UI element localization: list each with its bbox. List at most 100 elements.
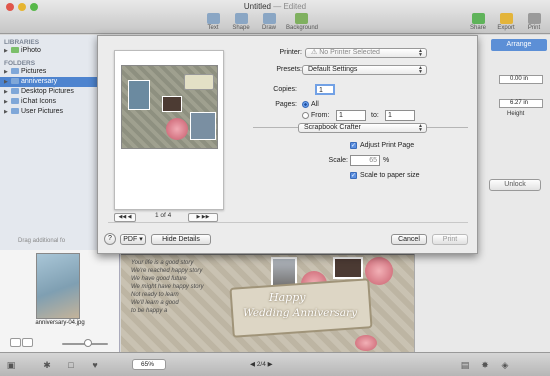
height-label: Height (507, 111, 525, 117)
toolbar-print-label: Print (527, 25, 541, 31)
pages-all-radio[interactable] (302, 101, 309, 108)
settings-gear-icon[interactable]: ✸ (480, 360, 490, 370)
scale-unit: % (383, 157, 390, 164)
scale-label: Scale: (328, 157, 348, 164)
layers-icon[interactable]: ◈ (500, 360, 510, 370)
sidebar-hint: Drag additional fo (18, 238, 66, 244)
toolbar-background-label: Background (286, 25, 319, 31)
photo-thumbnail-caption: anniversary-04.jpg (35, 320, 85, 326)
poem-line: We'll learn a good (131, 300, 179, 306)
toolbar-export-button[interactable]: Export (491, 13, 521, 31)
toolbar-share-label: Share (469, 25, 486, 31)
browser-toggle-icon[interactable]: ▣ (6, 360, 16, 370)
print-section-value: Scrapbook Crafter (304, 124, 361, 131)
popup-arrows-icon: ▲ ▼ (418, 48, 423, 58)
presets-label: Presets: (276, 66, 302, 73)
frame-icon[interactable]: □ (66, 360, 76, 370)
disclosure-triangle-icon[interactable]: ▶ (4, 97, 11, 107)
bottom-bar: ▣ ✱ □ ♥ 65% ◀ 2/4 ▶ ▤ ✸ ◈ (0, 352, 550, 376)
disclosure-triangle-icon[interactable]: ▶ (4, 67, 11, 77)
print-section-popup[interactable]: Scrapbook Crafter ▲ ▼ (298, 123, 427, 133)
pages-all-label: All (311, 101, 319, 108)
toolbar-text-button[interactable]: Text (198, 13, 228, 31)
edited-status: — Edited (273, 2, 307, 11)
pages-from-field[interactable]: 1 (336, 110, 366, 121)
sidebar-item-label: Desktop Pictures (21, 88, 74, 95)
presets-popup[interactable]: Default Settings ▲ ▼ (302, 65, 427, 75)
disclosure-triangle-icon[interactable]: ▶ (4, 107, 11, 117)
page-poem-text[interactable]: Your life is a good story We're reached … (131, 259, 204, 315)
copies-field[interactable]: 1 (315, 84, 335, 95)
page-indicator-label: 2/4 (256, 361, 266, 368)
iphoto-icon (11, 47, 19, 53)
printer-popup[interactable]: ⚠ No Printer Selected ▲ ▼ (305, 48, 427, 58)
preview-chalkboard (162, 96, 182, 112)
pages-range-radio[interactable] (302, 112, 309, 119)
hide-details-button[interactable]: Hide Details (151, 234, 211, 245)
photo-thumbnail[interactable] (36, 253, 80, 319)
draw-icon (262, 13, 276, 24)
document-icon[interactable]: ▤ (460, 360, 470, 370)
preview-rose (166, 118, 188, 140)
print-dialog: ◀◀ ◀ 1 of 4 ▶ ▶▶ Printer: ⚠ No Printer S… (97, 35, 478, 254)
position-x-field[interactable]: 0.00 in (499, 75, 543, 84)
grid-view-button[interactable] (22, 338, 33, 347)
tab-arrange[interactable]: Arrange (491, 39, 547, 51)
pages-label: Pages: (275, 101, 297, 108)
sidebar-item-label: iChat Icons (21, 98, 57, 105)
presets-value: Default Settings (308, 66, 358, 73)
popup-arrows-icon: ▲ ▼ (418, 123, 423, 133)
poem-line: to be happy a (131, 308, 168, 314)
toolbar-shape-button[interactable]: Shape (226, 13, 256, 31)
banner-title-line2: Wedding Anniversary (243, 307, 358, 319)
banner-title-line1: Happy (269, 291, 306, 304)
disclosure-triangle-icon[interactable]: ▶ (4, 46, 11, 56)
photo-browser: anniversary-04.jpg (0, 250, 120, 352)
adjust-print-page-checkbox[interactable]: ✓ (350, 142, 357, 149)
poem-line: Your life is a good story (131, 260, 194, 266)
toolbar-background-button[interactable]: Background (286, 13, 319, 31)
folder-icon (11, 98, 19, 104)
printer-label: Printer: (279, 49, 302, 56)
title-bar: Untitled — Edited Text Shape Draw Backgr… (0, 0, 550, 34)
preview-next-last-buttons[interactable]: ▶ ▶▶ (188, 213, 218, 222)
preview-page-label: 1 of 4 (155, 212, 172, 219)
pdf-menu-button[interactable]: PDF ▾ (120, 234, 146, 245)
disclosure-triangle-icon[interactable]: ▶ (4, 77, 11, 87)
next-page-icon[interactable]: ▶ (268, 361, 273, 368)
toolbar-print-button[interactable]: Print (519, 13, 549, 31)
toolbar-draw-label: Draw (261, 25, 276, 31)
adjust-print-page-label: Adjust Print Page (360, 142, 415, 149)
cancel-button[interactable]: Cancel (391, 234, 427, 245)
canvas-chalkboard-frame[interactable] (333, 257, 363, 279)
poem-line: We have good future (131, 276, 187, 282)
printer-value: No Printer Selected (319, 49, 380, 56)
disclosure-triangle-icon[interactable]: ▶ (4, 87, 11, 97)
height-field[interactable]: 6.27 in (499, 99, 543, 108)
scale-field[interactable]: 65 (350, 155, 380, 166)
gear-icon[interactable]: ✱ (42, 360, 52, 370)
heart-icon[interactable]: ♥ (90, 360, 100, 370)
scale-to-paper-checkbox[interactable]: ✓ (350, 172, 357, 179)
list-view-button[interactable] (10, 338, 21, 347)
print-button[interactable]: Print (432, 234, 468, 245)
zoom-popup[interactable]: 65% (132, 359, 166, 370)
folder-icon (11, 88, 19, 94)
poem-line: We're reached happy story (131, 268, 203, 274)
toolbar-draw-button[interactable]: Draw (254, 13, 284, 31)
scale-to-paper-label: Scale to paper size (360, 172, 420, 179)
divider (108, 222, 468, 223)
sidebar-item-label: User Pictures (21, 108, 64, 115)
unlock-button[interactable]: Unlock (489, 179, 541, 191)
help-button[interactable]: ? (104, 233, 116, 245)
thumbnail-size-slider-knob[interactable] (84, 339, 92, 347)
previous-page-icon[interactable]: ◀ (250, 361, 255, 368)
popup-arrows-icon: ▲ ▼ (418, 65, 423, 75)
toolbar-export-label: Export (497, 25, 515, 31)
preview-first-prev-buttons[interactable]: ◀◀ ◀ (114, 213, 136, 222)
toolbar-share-button[interactable]: Share (463, 13, 493, 31)
folder-icon (11, 78, 19, 84)
export-icon (499, 13, 513, 24)
pages-from-label: From: (311, 112, 330, 119)
pages-to-field[interactable]: 1 (385, 110, 415, 121)
